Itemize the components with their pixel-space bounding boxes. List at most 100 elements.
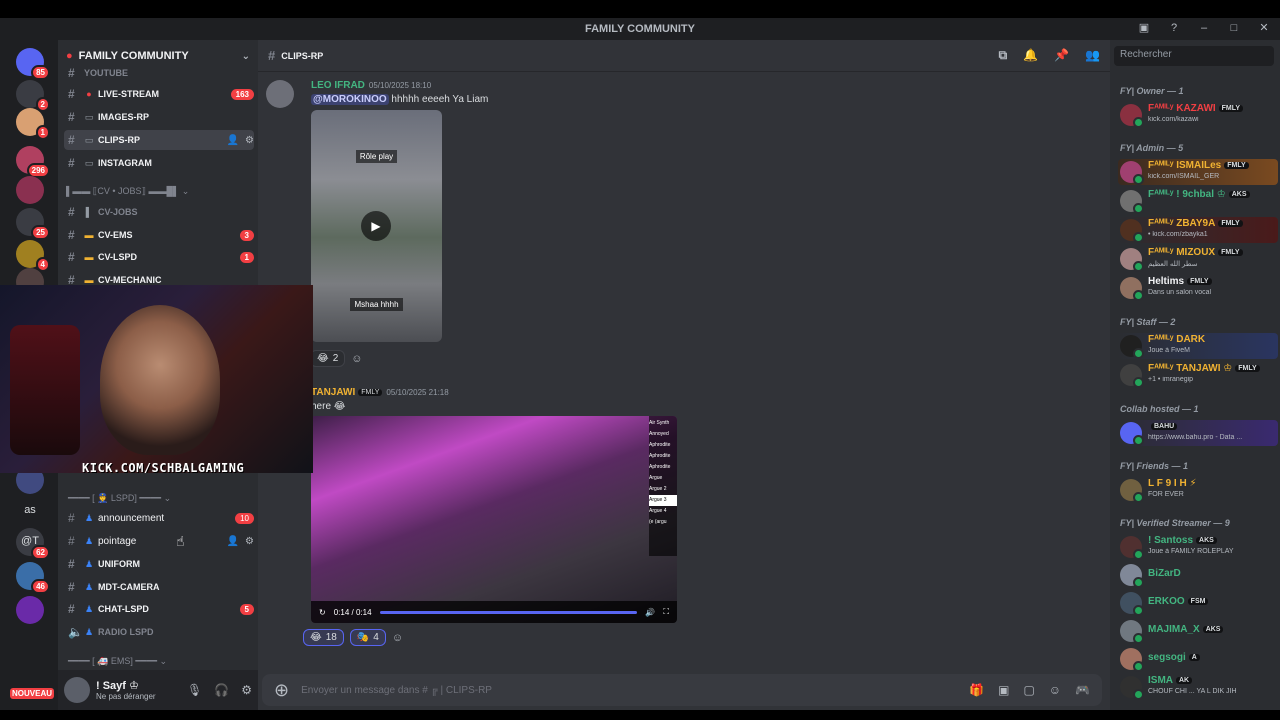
- message-author[interactable]: TANJAWI: [311, 387, 355, 398]
- fullscreen-icon[interactable]: ⛶: [663, 607, 669, 617]
- channel-images-rp[interactable]: # ▭ IMAGES-RP: [64, 107, 254, 127]
- member-item[interactable]: Heltims FMLY Dans un salon vocal: [1118, 275, 1278, 301]
- help-icon[interactable]: ?: [1166, 20, 1182, 36]
- member-item[interactable]: ERKOO FSM: [1118, 590, 1278, 616]
- member-item[interactable]: Fᴬᴹᴵᴸʸ MIZOUX FMLY سطر الله العظيم: [1118, 246, 1278, 272]
- channel-live-stream[interactable]: # ● LIVE-STREAM 163: [64, 84, 254, 104]
- channel-cv-lspd[interactable]: # ▬ CV-LSPD 1: [64, 247, 254, 267]
- invite-icon[interactable]: 👤: [227, 135, 239, 146]
- member-item[interactable]: ISMA AK CHOUF CHI ... YA L DIK JIH: [1118, 674, 1278, 700]
- add-reaction-icon[interactable]: ☺: [351, 353, 362, 365]
- channel-clips-rp[interactable]: # ▭ CLIPS-RP 👤 ⚙: [64, 130, 254, 150]
- channel-cv-ems[interactable]: # ▬ CV-EMS 3: [64, 225, 254, 245]
- gif-icon[interactable]: ▣: [998, 683, 1009, 697]
- direct-messages-button[interactable]: 85: [16, 48, 50, 80]
- sticker-icon[interactable]: ▢: [1023, 683, 1034, 697]
- server-icon[interactable]: [16, 596, 44, 624]
- message-author[interactable]: LEO IFRAD: [311, 80, 365, 91]
- member-item[interactable]: BAHU https://www.bahu.pro - Data ...: [1118, 420, 1278, 446]
- category-cv-jobs[interactable]: ▌▬▬ ⟦CV • JOBS⟧ ▬▬█▌ ⌄: [66, 186, 246, 197]
- member-item[interactable]: BiZarD: [1118, 562, 1278, 588]
- avatar: [1120, 219, 1144, 243]
- pin-icon[interactable]: 📌: [1054, 48, 1069, 63]
- member-item[interactable]: L F 9 I H ⚡ FOR EVER: [1118, 477, 1278, 503]
- member-item[interactable]: Fᴬᴹᴵᴸʸ TANJAWI ♔ FMLY +1 • imranegip: [1118, 362, 1278, 388]
- volume-icon[interactable]: 🔊: [645, 608, 655, 617]
- member-item[interactable]: segsogi A: [1118, 646, 1278, 672]
- bell-icon[interactable]: 🔔: [1023, 48, 1038, 63]
- channel-pointage[interactable]: # ♟ pointage 👤 ⚙: [64, 531, 254, 551]
- add-reaction-icon[interactable]: ☺: [392, 632, 403, 644]
- channel-youtube[interactable]: # YOUTUBE: [64, 68, 254, 78]
- role-tag: FMLY: [1187, 277, 1212, 285]
- gear-icon[interactable]: ⚙: [241, 683, 252, 697]
- hash-icon: #: [68, 87, 75, 101]
- add-attachment-icon[interactable]: ⊕: [274, 680, 289, 701]
- replay-icon[interactable]: ↻: [319, 608, 326, 617]
- user-mention[interactable]: @MOROKINOO: [311, 94, 389, 105]
- member-item[interactable]: MAJIMA_X AKS: [1118, 618, 1278, 644]
- role-tag: FMLY: [1218, 248, 1243, 256]
- member-item[interactable]: Fᴬᴹᴵᴸʸ DARK Joue à FiveM: [1118, 333, 1278, 359]
- member-item[interactable]: Fᴬᴹᴵᴸʸ ZBAY9A FMLY • kick.com/zbayka1: [1118, 217, 1278, 243]
- member-item[interactable]: Fᴬᴹᴵᴸʸ ISMAILes FMLY kick.com/ISMAIL_GER: [1118, 159, 1278, 185]
- members-icon[interactable]: 👥: [1085, 48, 1100, 63]
- mouse-cursor-icon: ☝: [176, 533, 185, 549]
- headphones-icon[interactable]: 🎧: [214, 683, 229, 697]
- role-heading: FY| Admin — 5: [1120, 143, 1184, 153]
- maximize-icon[interactable]: □: [1226, 20, 1242, 36]
- channel-uniform[interactable]: # ♟ UNIFORM: [64, 554, 254, 574]
- menu-item: Argue: [649, 475, 663, 481]
- server-initials-as[interactable]: as: [8, 504, 52, 516]
- channel-instagram[interactable]: # ▭ INSTAGRAM: [64, 153, 254, 173]
- microphone-icon[interactable]: 🎙: [187, 683, 202, 697]
- video-player[interactable]: Air Synth Annoyed Aphrodite Aphrodite Ap…: [311, 416, 677, 623]
- member-item[interactable]: Fᴬᴹᴵᴸʸ KAZAWI FMLY kick.com/kazawi: [1118, 102, 1278, 128]
- avatar[interactable]: [266, 80, 294, 108]
- reaction-chip[interactable]: 😂 18: [303, 629, 344, 646]
- gear-icon[interactable]: ⚙: [245, 536, 254, 547]
- server-icon[interactable]: 1: [16, 108, 50, 140]
- menu-item: Aphrodite: [649, 464, 671, 470]
- channel-chat-lspd[interactable]: # ♟ CHAT-LSPD 5: [64, 599, 254, 619]
- category-lspd[interactable]: ━━━━ [ 👮 LSPD] ━━━━ ⌄: [68, 493, 248, 504]
- seek-bar[interactable]: [379, 610, 638, 614]
- member-item[interactable]: Fᴬᴹᴵᴸʸ ! 9chbal ♔ AKS: [1118, 188, 1278, 214]
- category-ems[interactable]: ━━━━ [ 🚑 EMS] ━━━━ ⌄: [68, 656, 248, 667]
- channel-announcement[interactable]: # ♟ announcement 10: [64, 508, 254, 528]
- reaction-chip[interactable]: 🎭 4: [349, 629, 386, 646]
- threads-icon[interactable]: ⧉: [999, 48, 1008, 63]
- channel-radio-lspd[interactable]: 🔈 ♟ RADIO LSPD: [64, 622, 254, 642]
- member-name: Fᴬᴹᴵᴸʸ MIZOUX: [1148, 247, 1216, 258]
- server-icon[interactable]: 46: [16, 562, 50, 594]
- member-item[interactable]: ! Santoss AKS Joue à FAMILY ROLEPLAY: [1118, 534, 1278, 560]
- server-icon[interactable]: 4: [16, 240, 50, 272]
- play-icon[interactable]: ▶: [361, 211, 391, 241]
- gift-icon[interactable]: 🎁: [969, 683, 984, 697]
- apps-icon[interactable]: 🎮: [1075, 683, 1090, 697]
- server-initials-at[interactable]: @T: [8, 535, 52, 547]
- gear-icon[interactable]: ⚙: [245, 135, 254, 146]
- reaction-chip[interactable]: 😂 2: [310, 350, 346, 367]
- minimize-icon[interactable]: –: [1196, 20, 1212, 36]
- server-icon[interactable]: 2: [16, 80, 50, 112]
- message-input[interactable]: Envoyer un message dans # ╔ | CLIPS-RP: [301, 685, 492, 696]
- server-icon[interactable]: 296: [16, 146, 50, 178]
- inbox-icon[interactable]: ▣: [1136, 20, 1152, 36]
- invite-icon[interactable]: 👤: [227, 536, 239, 547]
- member-status: FOR EVER: [1148, 491, 1184, 498]
- avatar[interactable]: [64, 677, 90, 703]
- video-attachment[interactable]: Rôle play ▶ Mshaa hhhh: [311, 110, 442, 342]
- channel-label: LIVE-STREAM: [98, 89, 160, 99]
- server-name: FAMILY COMMUNITY: [78, 50, 189, 62]
- reactions: 😂 18 🎭 4 ☺: [303, 629, 403, 646]
- server-icon[interactable]: 25: [16, 208, 50, 240]
- search-input[interactable]: Rechercher: [1114, 46, 1274, 66]
- channel-cv-jobs[interactable]: # ▌ CV-JOBS: [64, 202, 254, 222]
- channel-mdt-camera[interactable]: # ♟ MDT-CAMERA: [64, 577, 254, 597]
- close-icon[interactable]: ✕: [1256, 20, 1272, 36]
- member-name: Fᴬᴹᴵᴸʸ KAZAWI: [1148, 103, 1216, 114]
- emoji-icon[interactable]: ☺: [1049, 683, 1061, 697]
- server-badge: 1: [35, 125, 50, 140]
- server-icon[interactable]: [16, 176, 44, 204]
